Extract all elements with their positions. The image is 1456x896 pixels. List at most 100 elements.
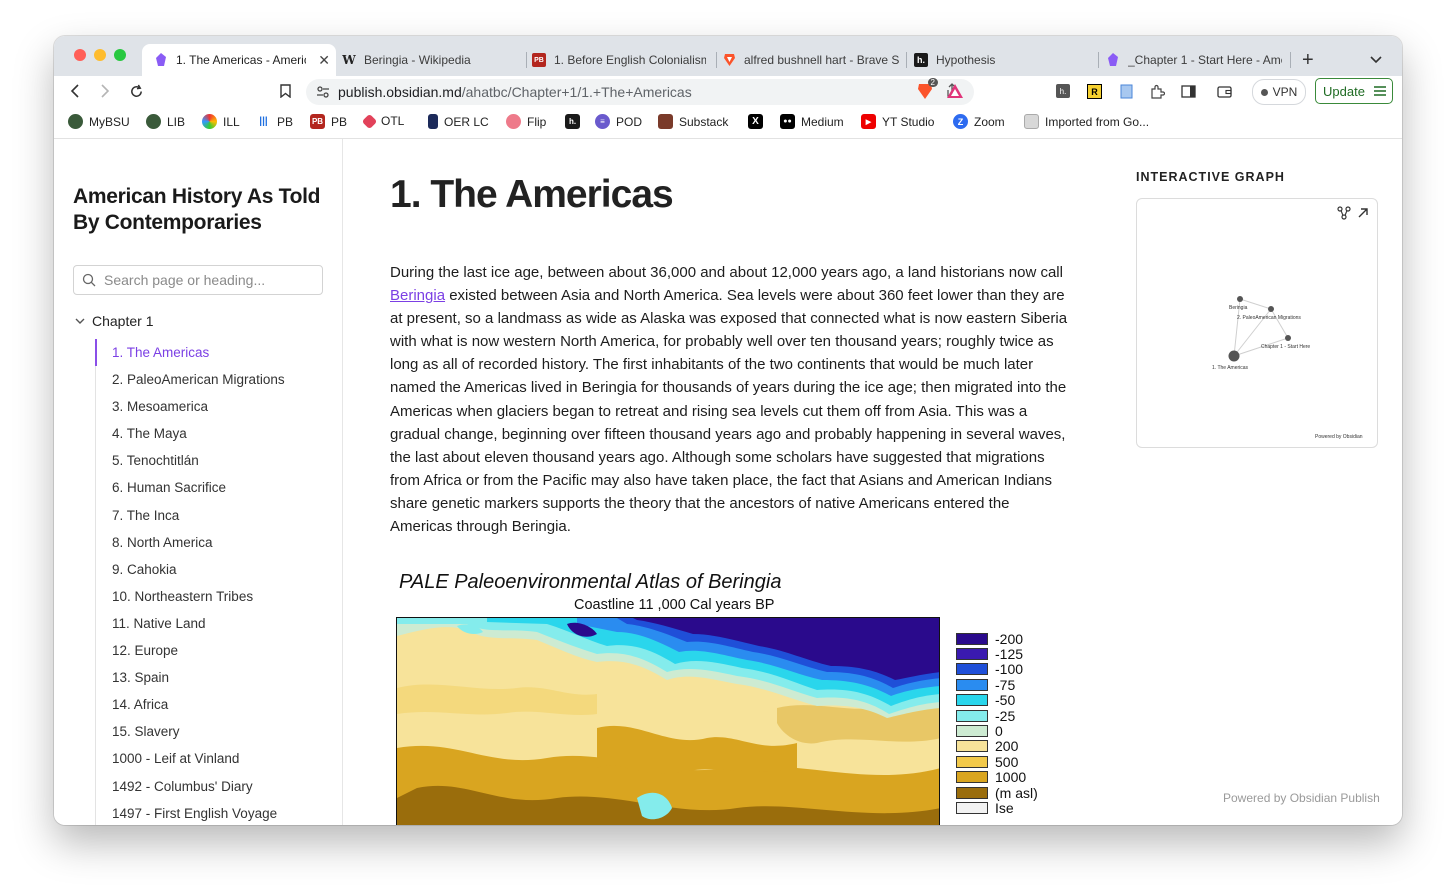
bookmark-ill[interactable]: ILL (202, 114, 240, 129)
bookmark-substack[interactable]: Substack (658, 114, 728, 129)
right-sidebar: INTERACTIVE GRAPH Beringia 2. PaleoAmeri… (1136, 139, 1396, 825)
nav-item-tenochtitlan[interactable]: 5. Tenochtitlán (96, 447, 336, 474)
brave-shields-icon[interactable]: 2 (916, 78, 938, 100)
graph-node-label: 1. The Americas (1212, 365, 1249, 371)
tab-hypothesis[interactable]: h. Hypothesis (914, 44, 1094, 76)
nav-item-leif-at-vinland[interactable]: 1000 - Leif at Vinland (96, 745, 336, 772)
shield-count-badge: 2 (927, 78, 938, 87)
bookmark-imported-folder[interactable]: Imported from Go... (1024, 114, 1149, 129)
tab-beringia-wikipedia[interactable]: W Beringia - Wikipedia (342, 44, 522, 76)
bookmark-oer-lc[interactable]: OER LC (428, 114, 489, 129)
x-icon: X (748, 114, 763, 129)
graph-node-label: Beringia (1229, 305, 1248, 311)
pod-icon: ≡ (595, 114, 610, 129)
map-legend: -200 -125 -100 -75 -50 -25 0 200 500 100… (956, 631, 1038, 816)
substack-icon (658, 114, 673, 129)
bookmark-medium[interactable]: ●● Medium (780, 114, 844, 129)
sidebar-toggle-icon[interactable] (1179, 82, 1197, 100)
legend-row: -50 (956, 692, 1038, 708)
page-title: 1. The Americas (390, 173, 674, 216)
nav-item-spain[interactable]: 13. Spain (96, 664, 336, 691)
browser-toolbar: publish.obsidian.md/ahatbc/Chapter+1/1.+… (54, 76, 1402, 106)
nav-item-native-land[interactable]: 11. Native Land (96, 610, 336, 637)
menu-icon (1374, 84, 1386, 99)
nav-item-north-america[interactable]: 8. North America (96, 529, 336, 556)
extensions-icon[interactable] (1148, 82, 1166, 100)
minimize-window-button[interactable] (94, 49, 106, 61)
hypothesis-icon: h. (565, 114, 580, 129)
docs-extension-icon[interactable] (1117, 82, 1135, 100)
tab-list-chevron-icon[interactable] (1370, 44, 1382, 76)
readwise-extension-icon[interactable]: R (1087, 84, 1102, 99)
coastline-map-image (396, 617, 940, 825)
forward-button[interactable] (94, 80, 116, 102)
tab-strip: 1. The Americas - American History As To… (54, 36, 1402, 76)
bookmark-zoom[interactable]: Z Zoom (953, 114, 1005, 129)
hypothesis-extension-icon[interactable]: h. (1056, 84, 1070, 98)
tab-chapter-1-start-here[interactable]: _Chapter 1 - Start Here - American Histo… (1106, 44, 1288, 76)
vpn-status-icon (1260, 88, 1268, 96)
figure-subtitle: Coastline 11 ,000 Cal years BP (574, 597, 775, 613)
address-bar[interactable]: publish.obsidian.md/ahatbc/Chapter+1/1.+… (306, 79, 974, 105)
bsu-icon (68, 114, 83, 129)
browser-window: 1. The Americas - American History As To… (54, 36, 1402, 825)
nav-item-europe[interactable]: 12. Europe (96, 637, 336, 664)
bsu-icon (146, 114, 161, 129)
site-title[interactable]: American History As Told By Contemporari… (73, 184, 323, 236)
nav-item-mesoamerica[interactable]: 3. Mesoamerica (96, 393, 336, 420)
close-tab-icon[interactable]: ✕ (318, 52, 330, 69)
bookmark-flip[interactable]: Flip (506, 114, 546, 129)
powered-by-obsidian-publish[interactable]: Powered by Obsidian Publish (1223, 791, 1380, 805)
update-button[interactable]: Update (1315, 78, 1393, 104)
zoom-icon: Z (953, 114, 968, 129)
pressbooks-icon: PB (310, 114, 325, 129)
bookmarks-bar: MyBSU LIB ILL ||| PB PB PB OTL OER LC Flip… (54, 106, 1402, 139)
zoom-window-button[interactable] (114, 49, 126, 61)
beringia-link[interactable]: Beringia (390, 287, 445, 304)
tab-brave-search[interactable]: alfred bushnell hart - Brave Search (722, 44, 904, 76)
chapter-folder-toggle[interactable]: Chapter 1 (74, 313, 153, 329)
graph-canvas[interactable] (1137, 199, 1379, 449)
bookmark-pod[interactable]: ≡ POD (595, 114, 642, 129)
search-input[interactable]: Search page or heading... (73, 265, 323, 295)
nav-item-africa[interactable]: 14. Africa (96, 691, 336, 718)
bookmark-mybsu[interactable]: MyBSU (68, 114, 130, 129)
nav-item-the-americas[interactable]: 1. The Americas (95, 339, 336, 367)
close-window-button[interactable] (74, 49, 86, 61)
search-icon (82, 273, 96, 287)
bookmark-yt-studio[interactable]: ▶ YT Studio (861, 114, 934, 129)
tab-the-americas[interactable]: 1. The Americas - American History As To… (142, 44, 336, 76)
nav-item-the-maya[interactable]: 4. The Maya (96, 420, 336, 447)
wallet-icon[interactable] (1215, 82, 1233, 100)
nav-item-paleoamerican-migrations[interactable]: 2. PaleoAmerican Migrations (96, 366, 336, 393)
nav-item-slavery[interactable]: 15. Slavery (96, 718, 336, 745)
tab-before-english-colonialism[interactable]: PB 1. Before English Colonialism (532, 44, 712, 76)
nav-item-columbus-diary[interactable]: 1492 - Columbus' Diary (96, 773, 336, 800)
legend-row: (m asl) (956, 785, 1038, 801)
nav-item-human-sacrifice[interactable]: 6. Human Sacrifice (96, 474, 336, 501)
graph-node-label: Chapter 1 - Start Here (1261, 344, 1311, 350)
medium-icon: ●● (780, 114, 795, 129)
nav-item-the-inca[interactable]: 7. The Inca (96, 502, 336, 529)
bookmark-otl[interactable]: OTL (361, 113, 404, 129)
bookmark-lib[interactable]: LIB (146, 114, 185, 129)
oer-icon (428, 114, 438, 129)
bookmark-hypothesis[interactable]: h. (565, 114, 586, 129)
otl-icon (361, 113, 378, 129)
bookmark-pb-pressbooks[interactable]: PB PB (310, 114, 347, 129)
back-button[interactable] (64, 80, 86, 102)
site-settings-icon[interactable] (316, 85, 330, 99)
nav-item-cahokia[interactable]: 9. Cahokia (96, 556, 336, 583)
bookmark-x[interactable]: X (748, 114, 769, 129)
vpn-button[interactable]: VPN (1252, 79, 1306, 105)
interactive-graph[interactable]: Beringia 2. PaleoAmerican Migrations Cha… (1136, 198, 1378, 448)
nav-item-northeastern-tribes[interactable]: 10. Northeastern Tribes (96, 583, 336, 610)
pb-icon: ||| (256, 114, 271, 129)
reload-button[interactable] (125, 80, 147, 102)
brave-rewards-icon[interactable] (946, 82, 964, 100)
new-tab-button[interactable]: + (1302, 44, 1314, 76)
bookmark-page-icon[interactable] (274, 80, 296, 102)
nav-item-first-english-voyage[interactable]: 1497 - First English Voyage (96, 800, 336, 825)
wikipedia-icon: W (342, 53, 356, 67)
bookmark-pb[interactable]: ||| PB (256, 114, 293, 129)
